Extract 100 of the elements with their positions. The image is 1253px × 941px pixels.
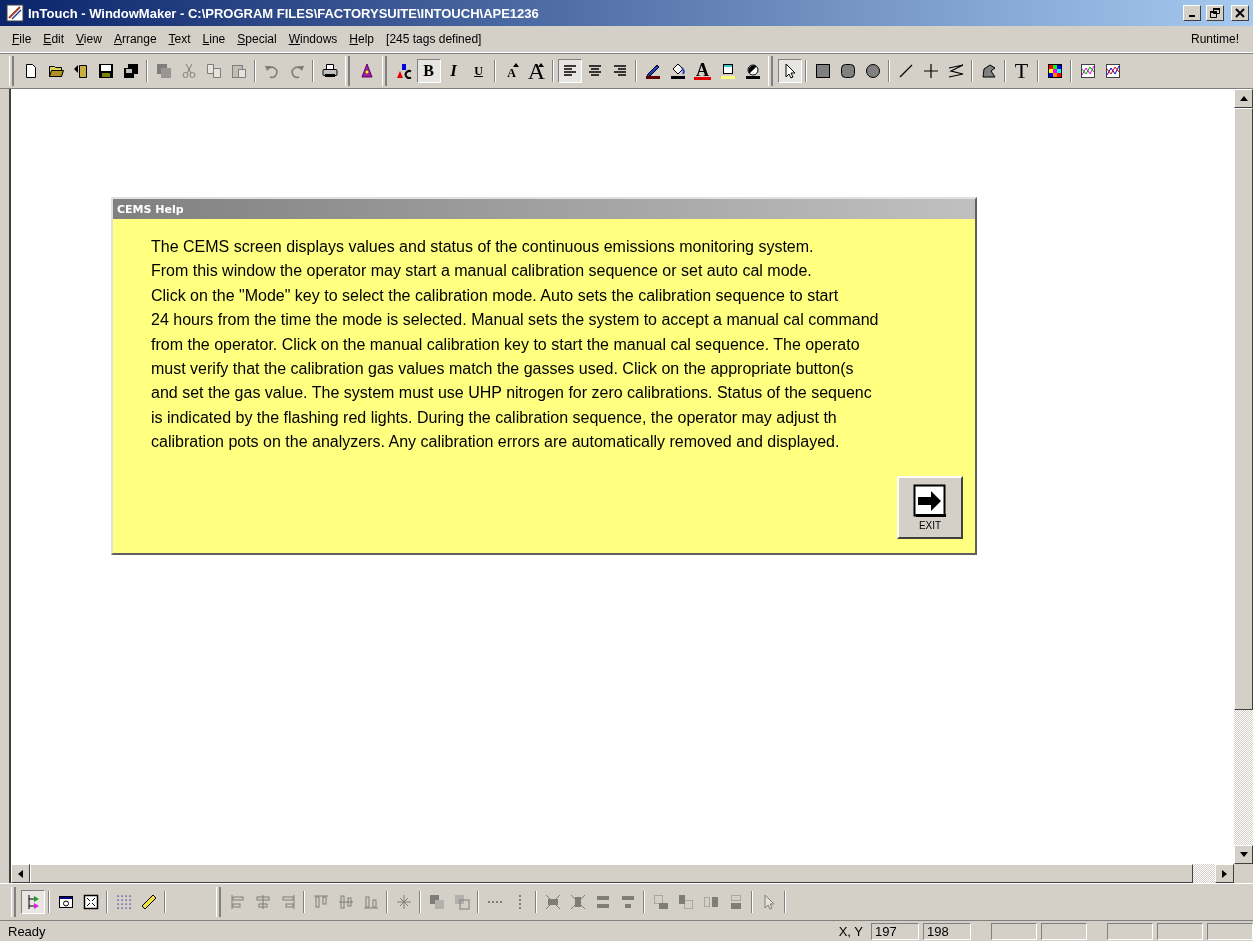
toolbar-button[interactable]: U — [466, 59, 491, 83]
align-right-icon — [279, 894, 296, 910]
menu-item[interactable]: Special — [231, 30, 283, 48]
menu-item[interactable]: View — [70, 30, 108, 48]
help-text-line: calibration pots on the analyzers. Any calibration errors are automatically removed and displayed. — [151, 432, 841, 453]
menu-item[interactable]: File — [6, 30, 38, 48]
toolbar-button[interactable]: I — [441, 59, 466, 83]
triangle-icon — [512, 63, 519, 67]
resize-icon — [619, 894, 636, 910]
menu-item[interactable]: Windows — [282, 30, 344, 48]
align-right-icon — [611, 63, 628, 79]
tags-count: [245 tags defined] — [385, 31, 483, 48]
right-arrow-icon[interactable] — [1222, 869, 1227, 878]
toolbar-grip[interactable] — [345, 56, 350, 86]
bring-front-icon — [428, 894, 445, 910]
minimize-button[interactable] — [1183, 5, 1201, 21]
toolbar-grip[interactable] — [11, 887, 16, 917]
help-text-line: and set the gas value. The system must use UHP nitrogen for zero calibrations. Status of the sequenc — [151, 383, 873, 404]
polygon-icon — [980, 63, 997, 79]
resize-icon — [594, 894, 611, 910]
resize-icon — [544, 894, 561, 910]
help-text-line: The CEMS screen displays values and status of the continuous emissions monitoring system. — [151, 237, 815, 257]
x-coordinate: 197 — [871, 922, 919, 940]
flip-icon — [702, 894, 719, 910]
horizontal-scrollbar[interactable] — [11, 864, 1234, 883]
coords-label: X, Y — [838, 923, 863, 939]
window-title: InTouch - WindowMaker - C:\PROGRAM FILES\FACTORYSUITE\INTOUCH\APE1236 — [28, 5, 540, 21]
toolbar-grip[interactable] — [216, 887, 221, 917]
down-arrow-icon[interactable] — [1239, 852, 1248, 857]
left-arrow-icon[interactable] — [18, 869, 23, 878]
y-coordinate: 198 — [923, 922, 971, 940]
vertical-scrollbar[interactable] — [1234, 89, 1253, 864]
align-centers-icon — [395, 894, 412, 910]
menu-item[interactable]: Help — [343, 30, 381, 48]
close-button[interactable] — [1231, 5, 1249, 21]
toolbar-button[interactable]: A — [524, 59, 549, 83]
help-text-line: Click on the "Mode" key to select the calibration mode. Auto sets the calibration sequence to start — [151, 285, 840, 306]
folder-icon — [47, 63, 64, 79]
minimize-icon — [1189, 15, 1195, 17]
menu-item[interactable]: Text — [162, 30, 197, 48]
restore-button[interactable] — [1206, 5, 1224, 21]
align-center-icon — [586, 63, 603, 79]
window-icon — [57, 894, 74, 910]
toolbar-grip[interactable] — [382, 56, 387, 86]
toolbar-button[interactable] — [777, 59, 802, 83]
status-panel — [1107, 922, 1153, 940]
paint-bucket-icon — [669, 63, 686, 79]
toolbar-button[interactable]: B — [416, 59, 441, 83]
printer-icon — [321, 63, 338, 79]
status-panel — [1041, 922, 1087, 940]
runtime-menu-item[interactable]: Runtime! — [1184, 30, 1253, 48]
toolbar-button[interactable] — [557, 59, 582, 83]
floppy-icon — [97, 63, 114, 79]
clipboard-icon — [230, 63, 247, 79]
spell-check-icon — [395, 63, 412, 79]
pen-icon — [644, 63, 661, 79]
squares-icon — [155, 63, 172, 79]
toolbar-button[interactable]: T — [1009, 59, 1034, 83]
align-left-icon — [229, 894, 246, 910]
align-left-icon — [561, 63, 578, 79]
rotate-icon — [652, 894, 669, 910]
trend-chart-icon — [1079, 63, 1096, 79]
exit-button[interactable]: EXIT — [897, 476, 963, 539]
status-panel — [1157, 922, 1203, 940]
dotted-line-icon — [486, 900, 503, 904]
wizard-icon — [358, 63, 375, 79]
help-text-line: 24 hours from the time the mode is selected. Manual sets the system to accept a manual cal command — [151, 310, 880, 331]
rotate-icon — [677, 894, 694, 910]
toolbar-button[interactable]: A — [690, 59, 715, 83]
rectangle-icon — [814, 63, 831, 79]
status-panel — [1207, 922, 1253, 940]
menu-item[interactable]: Arrange — [107, 30, 163, 48]
menu-item[interactable]: Edit — [37, 30, 71, 48]
toolbar-grip[interactable] — [9, 56, 14, 86]
half-circle-icon — [744, 63, 761, 79]
help-text-line: is indicated by the flashing red lights. During the calibration sequence, the operator may adjust th — [151, 407, 838, 428]
redo-icon — [288, 63, 305, 79]
copy-icon — [205, 63, 222, 79]
app-icon — [6, 4, 24, 22]
send-back-icon — [453, 894, 470, 910]
ruler-icon — [140, 894, 157, 910]
menu-item[interactable]: Line — [196, 30, 232, 48]
status-panel — [991, 922, 1037, 940]
fullscreen-icon — [82, 894, 99, 910]
scissors-icon — [180, 63, 197, 79]
polyline-icon — [947, 63, 964, 79]
restore-icon — [1210, 8, 1220, 18]
align-top-icon — [312, 894, 329, 910]
status-message: Ready — [8, 923, 47, 939]
window-color-icon — [719, 63, 736, 79]
toolbar-grip[interactable] — [768, 56, 773, 86]
help-text-line: from the operator. Click on the manual calibration key to start the manual cal sequence. The operato — [151, 334, 861, 355]
import-icon — [72, 63, 89, 79]
floppies-icon — [122, 63, 139, 79]
circle-icon — [864, 63, 881, 79]
up-arrow-icon[interactable] — [1239, 96, 1248, 101]
toolbar-button[interactable]: A — [499, 59, 524, 83]
help-text-line: From this window the operator may start a manual calibration sequence or set auto cal mode. — [151, 261, 813, 282]
align-center-icon — [254, 894, 271, 910]
rounded-rectangle-icon — [839, 63, 856, 79]
